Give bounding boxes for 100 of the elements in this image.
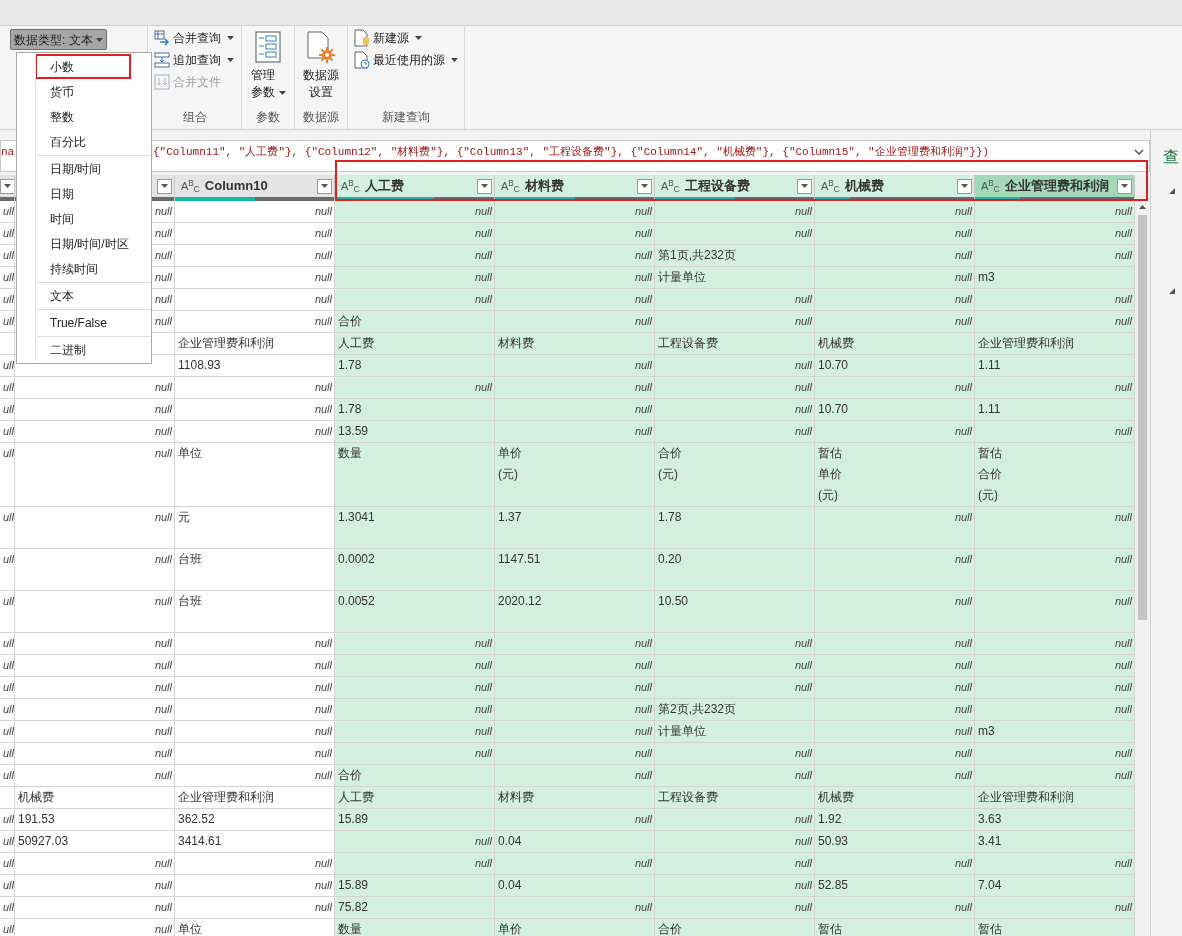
filter-button[interactable] xyxy=(797,178,812,194)
filter-button[interactable] xyxy=(477,178,492,194)
caret-icon xyxy=(641,184,648,188)
scrollbar-thumb[interactable] xyxy=(1138,215,1147,620)
formula-text: {"Column11", "人工费"}, {"Column12", "材料费"}, {"Column13", "工程设备费"}, {"Column14", "机械费"}, {"Column15", "企业管理费和利润"}}) xyxy=(153,145,990,160)
table-cell: 第2页,共232页 xyxy=(655,699,815,721)
menu-item[interactable]: 货币 xyxy=(17,79,151,104)
table-cell: null xyxy=(815,765,975,787)
column-header[interactable]: A$^{B}$$_{C}$ 工程设备费 xyxy=(655,175,815,201)
table-cell: 合价 xyxy=(335,765,495,787)
expand-icon[interactable] xyxy=(1169,188,1175,194)
table-cell: 数量 xyxy=(335,443,495,507)
ribbon-button[interactable]: 新建源 xyxy=(352,27,424,49)
table-cell: ull xyxy=(0,399,15,421)
filter-button[interactable] xyxy=(1117,178,1132,194)
table-cell: 企业管理费和利润 xyxy=(975,787,1135,809)
scrollbar[interactable] xyxy=(1135,175,1150,936)
table-cell xyxy=(0,787,15,809)
table-cell: 1.3041 xyxy=(335,507,495,549)
table-cell: 机械费 xyxy=(815,787,975,809)
table-cell: null xyxy=(655,355,815,377)
menu-item[interactable]: 二进制 xyxy=(37,337,151,362)
table-cell: null xyxy=(815,721,975,743)
table-cell: null xyxy=(655,421,815,443)
table-cell: null xyxy=(655,633,815,655)
table-cell: null xyxy=(495,699,655,721)
table-cell: null xyxy=(15,591,175,633)
table-cell: null xyxy=(975,507,1135,549)
table-cell: null xyxy=(495,743,655,765)
column-header[interactable]: A$^{B}$$_{C}$ 材料费 xyxy=(495,175,655,201)
table-cell: null xyxy=(495,289,655,311)
column-header[interactable]: A$^{B}$$_{C}$ 机械费 xyxy=(815,175,975,201)
column-name: 工程设备费 xyxy=(684,177,750,196)
table-cell: 10.70 xyxy=(815,355,975,377)
table-cell: 第1页,共232页 xyxy=(655,245,815,267)
menu-item[interactable]: 小数 xyxy=(35,54,131,79)
column-name: Column10 xyxy=(204,177,268,196)
table-cell: null xyxy=(15,399,175,421)
table-cell: null xyxy=(815,743,975,765)
ribbon-button[interactable]: 追加查询 xyxy=(152,49,236,71)
menu-item[interactable]: True/False xyxy=(37,310,151,335)
table-cell: null xyxy=(975,311,1135,333)
ribbon-large-button[interactable]: 管理参数 xyxy=(246,29,290,101)
column-header[interactable] xyxy=(0,175,15,201)
table-cell: null xyxy=(15,765,175,787)
table-cell: 企业管理费和利润 xyxy=(975,333,1135,355)
table-cell: 7.04 xyxy=(975,875,1135,897)
table-cell: null xyxy=(335,699,495,721)
table-cell: null xyxy=(15,421,175,443)
column-header[interactable]: A$^{B}$$_{C}$ 人工费 xyxy=(335,175,495,201)
table-cell: null xyxy=(815,377,975,399)
table-cell: null xyxy=(495,721,655,743)
chevron-icon[interactable] xyxy=(1134,149,1144,155)
table-cell: null xyxy=(15,875,175,897)
ribbon-button[interactable]: 合并查询 xyxy=(152,27,236,49)
ribbon-large-button[interactable]: 数据源设置 xyxy=(298,29,344,101)
table-cell: null xyxy=(975,591,1135,633)
table-cell: 计量单位 xyxy=(655,721,815,743)
table-cell: 合价(元) xyxy=(655,443,815,507)
filter-button[interactable] xyxy=(0,178,14,194)
group-label: 参数 xyxy=(256,109,280,126)
table-cell: null xyxy=(975,765,1135,787)
table-append-icon xyxy=(154,52,170,68)
table-cell: 15.89 xyxy=(335,809,495,831)
table-cell: 单价 xyxy=(495,919,655,936)
table-cell: null xyxy=(15,443,175,507)
column-header[interactable]: A$^{B}$$_{C}$ Column10 xyxy=(175,175,335,201)
table-cell: null xyxy=(175,875,335,897)
filter-button[interactable] xyxy=(317,178,332,194)
caret-icon xyxy=(278,90,286,95)
menu-item[interactable]: 文本 xyxy=(37,283,151,308)
table-cell: 台班 xyxy=(175,549,335,591)
table-cell: null xyxy=(815,223,975,245)
menu-item[interactable]: 整数 xyxy=(17,104,151,129)
document-clock-icon xyxy=(354,51,370,69)
table-cell: null xyxy=(495,311,655,333)
table-cell: 191.53 xyxy=(15,809,175,831)
table-cell: ull xyxy=(0,919,15,936)
ribbon-button[interactable]: 最近使用的源 xyxy=(352,49,460,71)
table-cell: 1.11 xyxy=(975,355,1135,377)
table-cell: null xyxy=(15,633,175,655)
table-cell: null xyxy=(175,655,335,677)
table-cell: null xyxy=(655,853,815,875)
scroll-up-icon[interactable] xyxy=(1139,205,1146,209)
column-header[interactable]: A$^{B}$$_{C}$ 企业管理费和利润 xyxy=(975,175,1135,201)
expand-icon[interactable] xyxy=(1169,288,1175,294)
table-cell: 0.04 xyxy=(495,831,655,853)
filter-button[interactable] xyxy=(957,178,972,194)
table-cell: null xyxy=(495,355,655,377)
data-type-button[interactable]: 数据类型: 文本 xyxy=(10,29,107,50)
filter-button[interactable] xyxy=(157,178,172,194)
table-cell: 3.63 xyxy=(975,809,1135,831)
table-cell: null xyxy=(495,421,655,443)
table-cell: ull xyxy=(0,897,15,919)
filter-button[interactable] xyxy=(637,178,652,194)
table-cell: null xyxy=(815,549,975,591)
table-cell: 台班 xyxy=(175,591,335,633)
caret-icon xyxy=(451,58,458,62)
table-cell: 1.78 xyxy=(655,507,815,549)
table-cell: null xyxy=(655,875,815,897)
